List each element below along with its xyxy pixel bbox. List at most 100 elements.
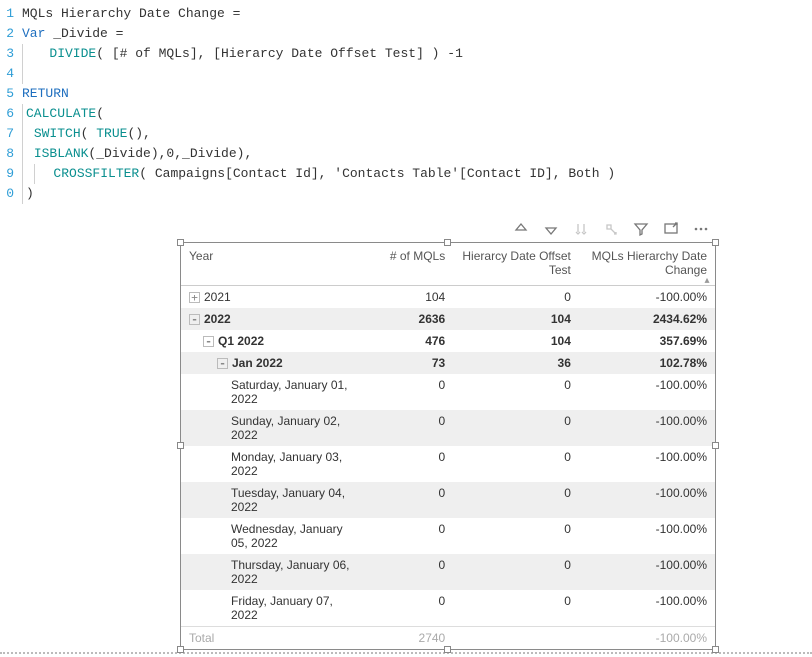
more-options-icon[interactable] — [692, 220, 710, 238]
line-number: 4 — [0, 64, 22, 84]
cell-offset: 0 — [453, 518, 579, 554]
expand-all-down-icon[interactable] — [572, 220, 590, 238]
code-line: RETURN — [22, 84, 69, 104]
cell-change: 357.69% — [579, 330, 715, 352]
col-header-offset[interactable]: Hierarcy Date Offset Test — [453, 243, 579, 286]
col-header-change[interactable]: MQLs Hierarchy Date Change — [579, 243, 715, 286]
code-line: Var _Divide = — [22, 24, 123, 44]
cell-mqls: 73 — [364, 352, 453, 374]
cell-mqls: 476 — [364, 330, 453, 352]
row-label: Wednesday, January 05, 2022 — [231, 522, 356, 550]
line-number: 2 — [0, 24, 22, 44]
cell-change: 102.78% — [579, 352, 715, 374]
code-line: SWITCH( TRUE(), — [22, 124, 151, 144]
total-label: Total — [181, 627, 364, 650]
cell-change: -100.00% — [579, 446, 715, 482]
table-row[interactable]: Thursday, January 06, 202200-100.00% — [181, 554, 715, 590]
expand-icon[interactable]: + — [189, 292, 200, 303]
table-row[interactable]: +2021 1040-100.00% — [181, 286, 715, 309]
resize-handle[interactable] — [712, 239, 719, 246]
resize-handle[interactable] — [177, 239, 184, 246]
cell-offset: 0 — [453, 554, 579, 590]
cell-offset: 0 — [453, 446, 579, 482]
cell-mqls: 104 — [364, 286, 453, 309]
resize-handle[interactable] — [177, 442, 184, 449]
row-label: Thursday, January 06, 2022 — [231, 558, 356, 586]
resize-handle[interactable] — [177, 646, 184, 653]
row-label: Friday, January 07, 2022 — [231, 594, 356, 622]
collapse-icon[interactable]: - — [189, 314, 200, 325]
collapse-icon[interactable]: - — [203, 336, 214, 347]
table-row[interactable]: -Q1 2022 476104357.69% — [181, 330, 715, 352]
scrollbar[interactable]: ▴ — [700, 273, 714, 629]
section-divider — [0, 652, 812, 656]
table-row[interactable]: -Jan 20227336102.78% — [181, 352, 715, 374]
cell-mqls: 0 — [364, 374, 453, 410]
col-header-year[interactable]: Year — [181, 243, 364, 286]
cell-mqls: 0 — [364, 410, 453, 446]
cell-change: -100.00% — [579, 482, 715, 518]
cell-offset: 0 — [453, 482, 579, 518]
focus-mode-icon[interactable] — [662, 220, 680, 238]
row-label: Monday, January 03, 2022 — [231, 450, 356, 478]
table-row[interactable]: -2022 26361042434.62% — [181, 308, 715, 330]
cell-change: -100.00% — [579, 554, 715, 590]
table-row[interactable]: Saturday, January 01, 202200-100.00% — [181, 374, 715, 410]
scroll-up-icon[interactable]: ▴ — [700, 273, 714, 287]
row-label: Tuesday, January 04, 2022 — [231, 486, 356, 514]
row-label: 2022 — [204, 312, 231, 326]
line-number: 0 — [0, 184, 22, 204]
line-number: 1 — [0, 4, 22, 24]
line-number: 8 — [0, 144, 22, 164]
code-line: ) — [22, 184, 34, 204]
row-label: Saturday, January 01, 2022 — [231, 378, 356, 406]
total-change: -100.00% — [579, 627, 715, 650]
table-row[interactable]: Wednesday, January 05, 202200-100.00% — [181, 518, 715, 554]
expand-next-level-icon[interactable] — [602, 220, 620, 238]
total-offset — [453, 627, 579, 650]
cell-offset: 0 — [453, 286, 579, 309]
cell-change: -100.00% — [579, 374, 715, 410]
cell-offset: 0 — [453, 374, 579, 410]
drill-up-icon[interactable] — [512, 220, 530, 238]
cell-offset: 0 — [453, 410, 579, 446]
drill-down-icon[interactable] — [542, 220, 560, 238]
cell-offset: 104 — [453, 308, 579, 330]
resize-handle[interactable] — [444, 239, 451, 246]
row-label: Q1 2022 — [218, 334, 264, 348]
cell-mqls: 0 — [364, 482, 453, 518]
matrix-visual[interactable]: Year # of MQLs Hierarcy Date Offset Test… — [180, 242, 716, 650]
dax-editor[interactable]: 1 MQLs Hierarchy Date Change = 2 Var _Di… — [0, 0, 812, 210]
code-line: CROSSFILTER( Campaigns[Contact Id], 'Con… — [22, 164, 615, 184]
row-label: Sunday, January 02, 2022 — [231, 414, 356, 442]
cell-change: -100.00% — [579, 410, 715, 446]
cell-offset: 104 — [453, 330, 579, 352]
table-row[interactable]: Sunday, January 02, 202200-100.00% — [181, 410, 715, 446]
line-number: 3 — [0, 44, 22, 64]
cell-change: -100.00% — [579, 518, 715, 554]
line-number: 9 — [0, 164, 22, 184]
code-line: MQLs Hierarchy Date Change = — [22, 4, 240, 24]
cell-mqls: 0 — [364, 446, 453, 482]
data-table: Year # of MQLs Hierarcy Date Offset Test… — [181, 243, 715, 649]
cell-mqls: 0 — [364, 590, 453, 627]
cell-offset: 36 — [453, 352, 579, 374]
resize-handle[interactable] — [444, 646, 451, 653]
resize-handle[interactable] — [712, 646, 719, 653]
code-line — [22, 64, 26, 84]
row-label: 2021 — [204, 290, 231, 304]
cell-mqls: 2636 — [364, 308, 453, 330]
line-number: 6 — [0, 104, 22, 124]
cell-change: 2434.62% — [579, 308, 715, 330]
line-number: 5 — [0, 84, 22, 104]
table-row[interactable]: Tuesday, January 04, 202200-100.00% — [181, 482, 715, 518]
cell-offset: 0 — [453, 590, 579, 627]
cell-change: -100.00% — [579, 286, 715, 309]
filter-icon[interactable] — [632, 220, 650, 238]
code-line: ISBLANK(_Divide),0,_Divide), — [22, 144, 252, 164]
col-header-mqls[interactable]: # of MQLs — [364, 243, 453, 286]
table-row[interactable]: Monday, January 03, 202200-100.00% — [181, 446, 715, 482]
collapse-icon[interactable]: - — [217, 358, 228, 369]
cell-mqls: 0 — [364, 554, 453, 590]
table-row[interactable]: Friday, January 07, 202200-100.00% — [181, 590, 715, 627]
